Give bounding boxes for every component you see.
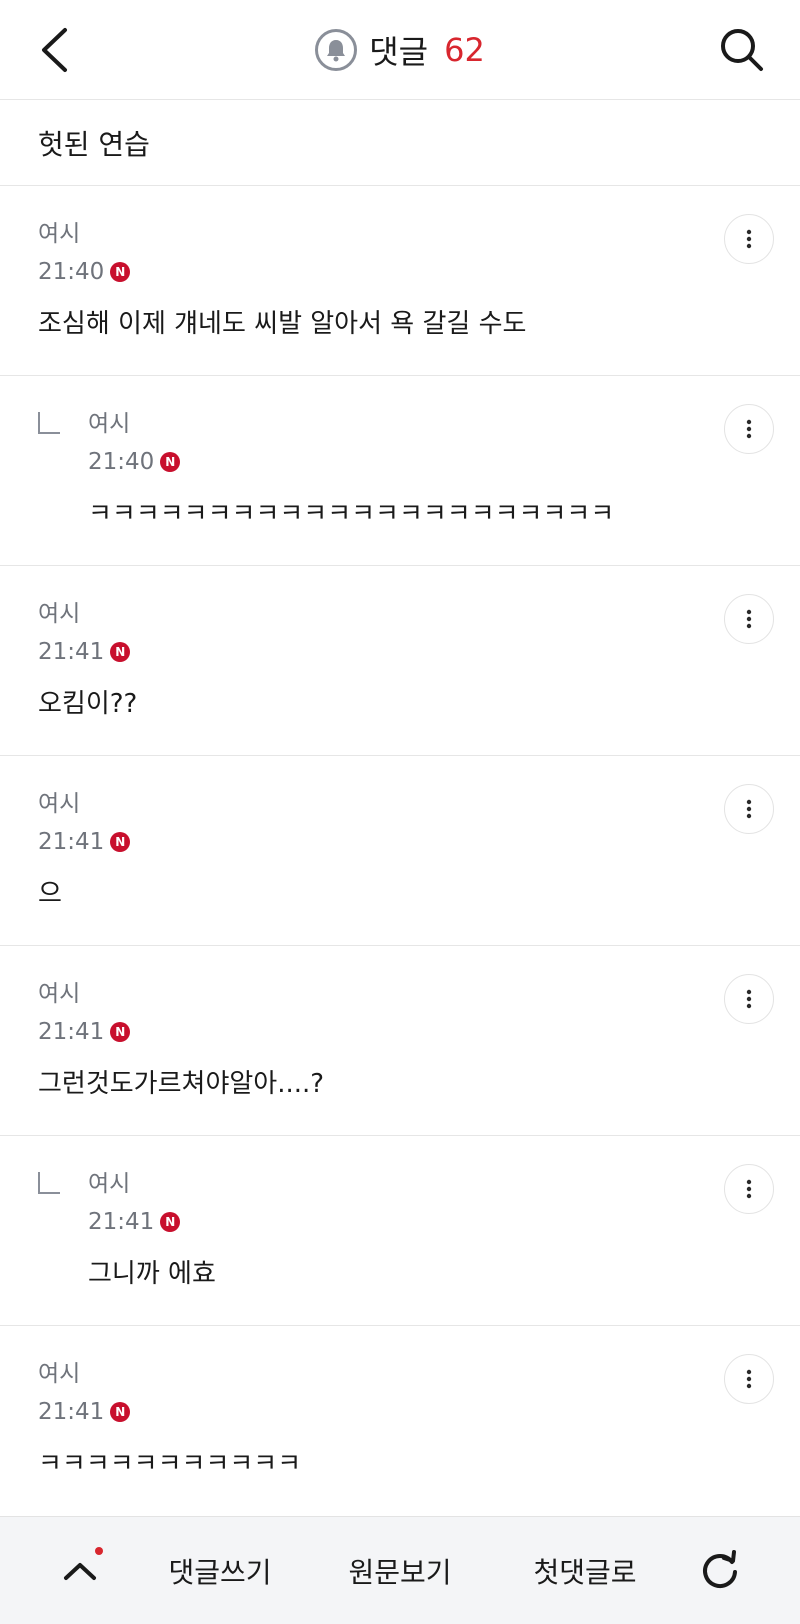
comment-author[interactable]: 여시: [38, 1358, 301, 1390]
comment-text: 조심해 이제 걔네도 씨발 알아서 욕 갈길 수도: [38, 309, 527, 339]
comment-author[interactable]: 여시: [88, 408, 614, 440]
search-icon: [721, 29, 763, 71]
notification-dot: [95, 1547, 103, 1555]
comment-item: 여시 21:41 N 그런것도가르쳐야알아....?: [0, 946, 800, 1136]
comment-text: 으: [38, 879, 62, 909]
more-vertical-icon: [746, 609, 752, 629]
post-title: 헛된 연습: [38, 127, 150, 161]
comment-author[interactable]: 여시: [88, 1168, 216, 1200]
comment-item: 여시 21:41 N 으: [0, 756, 800, 946]
refresh-icon: [703, 1550, 737, 1589]
more-options-button[interactable]: [724, 1164, 774, 1214]
more-vertical-icon: [746, 419, 752, 439]
comment-author[interactable]: 여시: [38, 788, 130, 820]
comment-author[interactable]: 여시: [38, 978, 324, 1010]
bottom-toolbar: 댓글쓰기 원문보기 첫댓글로: [0, 1516, 800, 1624]
search-button[interactable]: [714, 18, 770, 82]
new-badge: N: [110, 262, 131, 282]
comment-time: 21:40: [38, 259, 105, 285]
post-title-row[interactable]: 헛된 연습: [0, 100, 800, 186]
more-vertical-icon: [746, 1369, 752, 1389]
bell-icon[interactable]: [315, 29, 358, 71]
scroll-top-button[interactable]: [40, 1517, 120, 1624]
reply-indicator-icon: [38, 412, 60, 434]
comment-text: 오킴이??: [38, 689, 138, 719]
header-title-group: 댓글 62: [0, 0, 800, 100]
more-options-button[interactable]: [724, 404, 774, 454]
new-badge: N: [160, 452, 181, 472]
write-comment-button[interactable]: 댓글쓰기: [150, 1517, 290, 1624]
comment-time: 21:40: [88, 449, 155, 475]
reply-item: 여시 21:41 N 그니까 에효: [0, 1136, 800, 1326]
comment-time: 21:41: [88, 1209, 155, 1235]
comment-text: ㅋㅋㅋㅋㅋㅋㅋㅋㅋㅋㅋㅋㅋㅋㅋㅋㅋㅋㅋㅋㅋㅋ: [88, 499, 615, 529]
more-vertical-icon: [746, 1179, 752, 1199]
comment-author[interactable]: 여시: [38, 598, 137, 630]
more-vertical-icon: [746, 989, 752, 1009]
more-options-button[interactable]: [724, 214, 774, 264]
comment-author[interactable]: 여시: [38, 218, 526, 250]
more-vertical-icon: [746, 799, 752, 819]
reply-indicator-icon: [38, 1172, 60, 1194]
comment-item: 여시 21:40 N 조심해 이제 걔네도 씨발 알아서 욕 갈길 수도: [0, 186, 800, 376]
more-options-button[interactable]: [724, 784, 774, 834]
comment-text: 그니까 에효: [88, 1259, 216, 1289]
comment-list: 여시 21:40 N 조심해 이제 걔네도 씨발 알아서 욕 갈길 수도 여시 2…: [0, 186, 800, 1516]
top-header: 댓글 62: [0, 0, 800, 100]
chevron-up-icon: [64, 1563, 96, 1580]
new-badge: N: [110, 642, 131, 662]
more-options-button[interactable]: [724, 974, 774, 1024]
comment-item: 여시 21:41 N ㅋㅋㅋㅋㅋㅋㅋㅋㅋㅋㅋ: [0, 1326, 800, 1516]
first-comment-button[interactable]: 첫댓글로: [510, 1517, 660, 1624]
refresh-button[interactable]: [680, 1517, 760, 1624]
comment-item: 여시 21:41 N 오킴이??: [0, 566, 800, 756]
more-options-button[interactable]: [724, 594, 774, 644]
comment-time: 21:41: [38, 829, 105, 855]
comment-time: 21:41: [38, 639, 105, 665]
page-title: 댓글: [369, 33, 429, 71]
new-badge: N: [110, 1402, 131, 1422]
more-vertical-icon: [746, 229, 752, 249]
view-original-button[interactable]: 원문보기: [330, 1517, 470, 1624]
comment-count: 62: [444, 31, 485, 69]
new-badge: N: [110, 832, 131, 852]
comment-time: 21:41: [38, 1399, 105, 1425]
new-badge: N: [160, 1212, 181, 1232]
new-badge: N: [110, 1022, 131, 1042]
comment-text: ㅋㅋㅋㅋㅋㅋㅋㅋㅋㅋㅋ: [38, 1449, 302, 1479]
more-options-button[interactable]: [724, 1354, 774, 1404]
comment-time: 21:41: [38, 1019, 105, 1045]
reply-item: 여시 21:40 N ㅋㅋㅋㅋㅋㅋㅋㅋㅋㅋㅋㅋㅋㅋㅋㅋㅋㅋㅋㅋㅋㅋ: [0, 376, 800, 566]
comment-text: 그런것도가르쳐야알아....?: [38, 1069, 325, 1099]
